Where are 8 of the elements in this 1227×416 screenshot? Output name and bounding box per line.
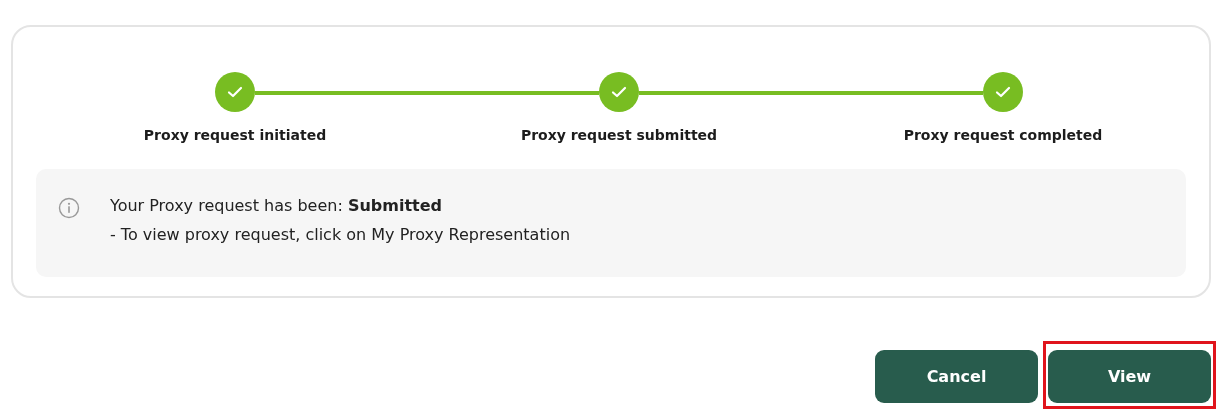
step-label: Proxy request submitted xyxy=(520,127,718,143)
step-label: Proxy request completed xyxy=(903,127,1103,143)
action-button[interactable]: Cancel xyxy=(875,350,1038,403)
action-button[interactable]: View xyxy=(1048,350,1211,403)
info-text: - To view proxy request, click on My Proxy Representation xyxy=(110,225,571,244)
step-label: Proxy request initiated xyxy=(143,127,327,143)
info-icon xyxy=(58,197,80,219)
info-text: Your Proxy request has been: Submitted xyxy=(110,196,443,215)
